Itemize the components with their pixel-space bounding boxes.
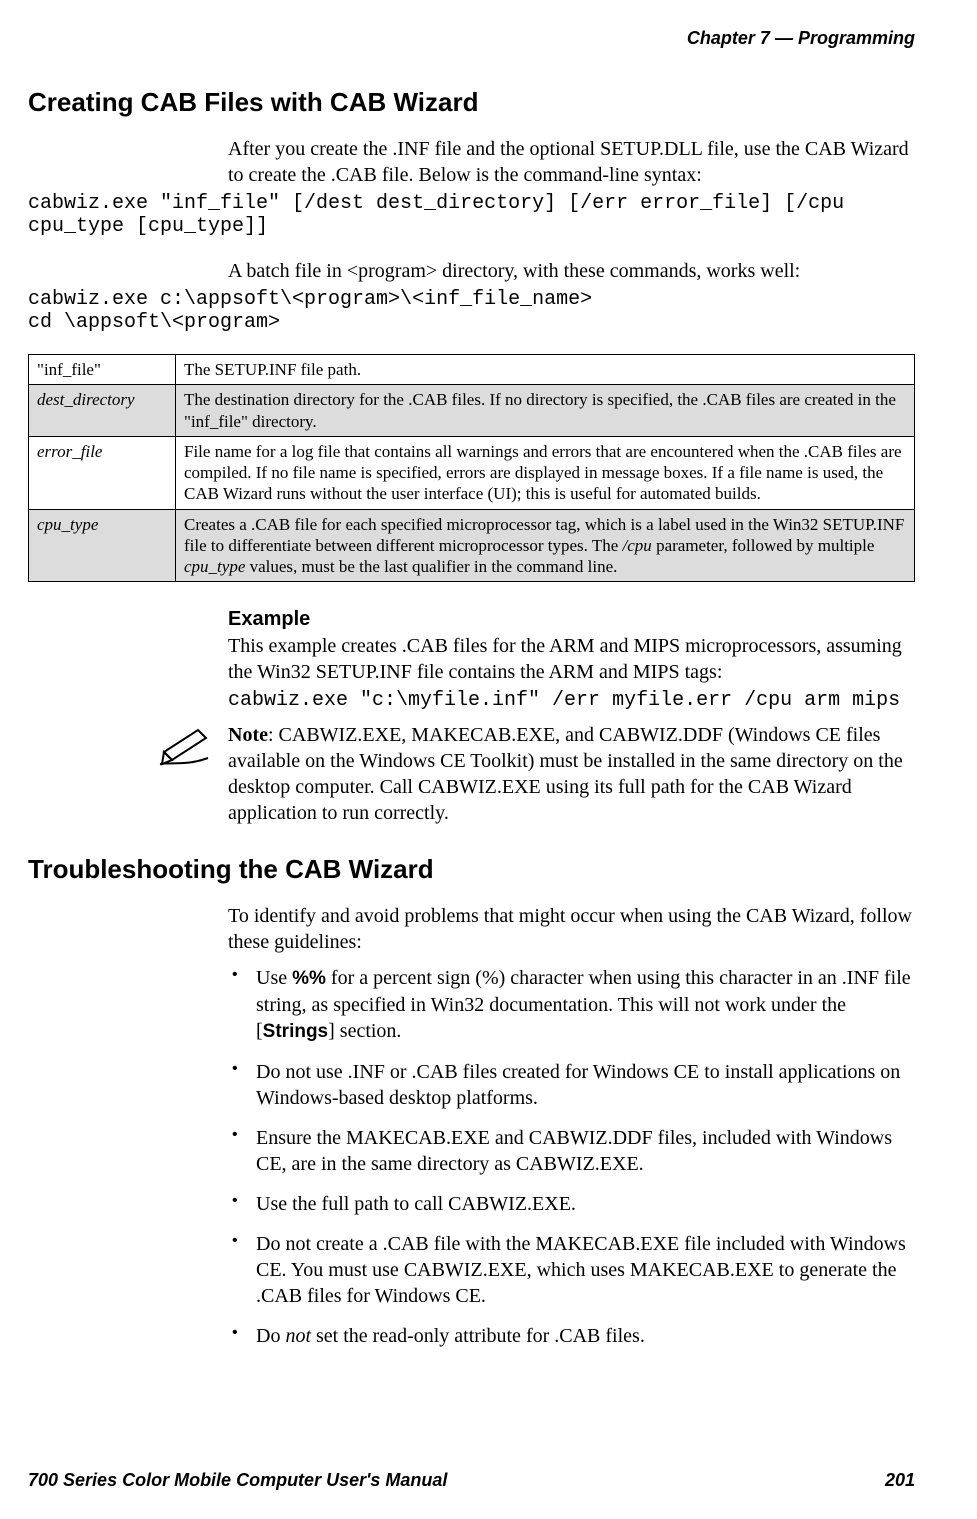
manual-title: 700 Series Color Mobile Computer User's … (28, 1470, 447, 1491)
code-cabwiz-syntax: cabwiz.exe "inf_file" [/dest dest_direct… (28, 192, 915, 238)
list-item: Do not create a .CAB file with the MAKEC… (228, 1231, 915, 1309)
opt-key-inf-file: "inf_file" (29, 355, 176, 385)
table-row: cpu_type Creates a .CAB file for each sp… (29, 509, 915, 582)
section1-para1: After you create the .INF file and the o… (228, 136, 915, 188)
page-header: Chapter 7 — Programming (28, 28, 915, 49)
section2-para: To identify and avoid problems that migh… (228, 903, 915, 955)
page: Chapter 7 — Programming Creating CAB Fil… (0, 0, 977, 1519)
example-block: Example This example creates .CAB files … (228, 608, 915, 712)
table-row: error_file File name for a log file that… (29, 436, 915, 509)
list-item: Use %% for a percent sign (%) character … (228, 965, 915, 1044)
options-table: "inf_file" The SETUP.INF file path. dest… (28, 354, 915, 582)
list-item: Ensure the MAKECAB.EXE and CABWIZ.DDF fi… (228, 1125, 915, 1177)
note-icon (158, 722, 212, 768)
list-item: Do not set the read-only attribute for .… (228, 1323, 915, 1349)
section1-body2: A batch file in <program> directory, wit… (228, 258, 915, 284)
list-item: Do not use .INF or .CAB files created fo… (228, 1059, 915, 1111)
example-code: cabwiz.exe "c:\myfile.inf" /err myfile.e… (228, 689, 915, 712)
note-block: Note: CABWIZ.EXE, MAKECAB.EXE, and CABWI… (158, 722, 915, 830)
table-row: "inf_file" The SETUP.INF file path. (29, 355, 915, 385)
opt-key-cpu-type: cpu_type (29, 509, 176, 582)
page-number: 201 (885, 1470, 915, 1491)
section1-body: After you create the .INF file and the o… (228, 136, 915, 188)
opt-key-dest-directory: dest_directory (29, 385, 176, 437)
code-batch-file: cabwiz.exe c:\appsoft\<program>\<inf_fil… (28, 288, 915, 334)
chapter-label: Chapter (687, 28, 755, 48)
section2-body: To identify and avoid problems that migh… (228, 903, 915, 1348)
opt-key-error-file: error_file (29, 436, 176, 509)
chapter-title: Programming (798, 28, 915, 48)
header-dash: — (775, 28, 793, 48)
chapter-number: 7 (760, 28, 770, 48)
list-item: Use the full path to call CABWIZ.EXE. (228, 1191, 915, 1217)
page-footer: 700 Series Color Mobile Computer User's … (28, 1470, 915, 1491)
section-heading-troubleshooting: Troubleshooting the CAB Wizard (28, 854, 915, 885)
table-row: dest_directory The destination directory… (29, 385, 915, 437)
opt-desc-cpu-type: Creates a .CAB file for each specified m… (176, 509, 915, 582)
opt-desc-error-file: File name for a log file that contains a… (176, 436, 915, 509)
opt-desc-inf-file: The SETUP.INF file path. (176, 355, 915, 385)
section-heading-creating-cab: Creating CAB Files with CAB Wizard (28, 87, 915, 118)
example-heading: Example (228, 608, 915, 631)
note-text: Note: CABWIZ.EXE, MAKECAB.EXE, and CABWI… (228, 722, 915, 826)
opt-desc-dest-directory: The destination directory for the .CAB f… (176, 385, 915, 437)
section1-para2: A batch file in <program> directory, wit… (228, 258, 915, 284)
troubleshooting-list: Use %% for a percent sign (%) character … (228, 965, 915, 1348)
example-para: This example creates .CAB files for the … (228, 633, 915, 685)
